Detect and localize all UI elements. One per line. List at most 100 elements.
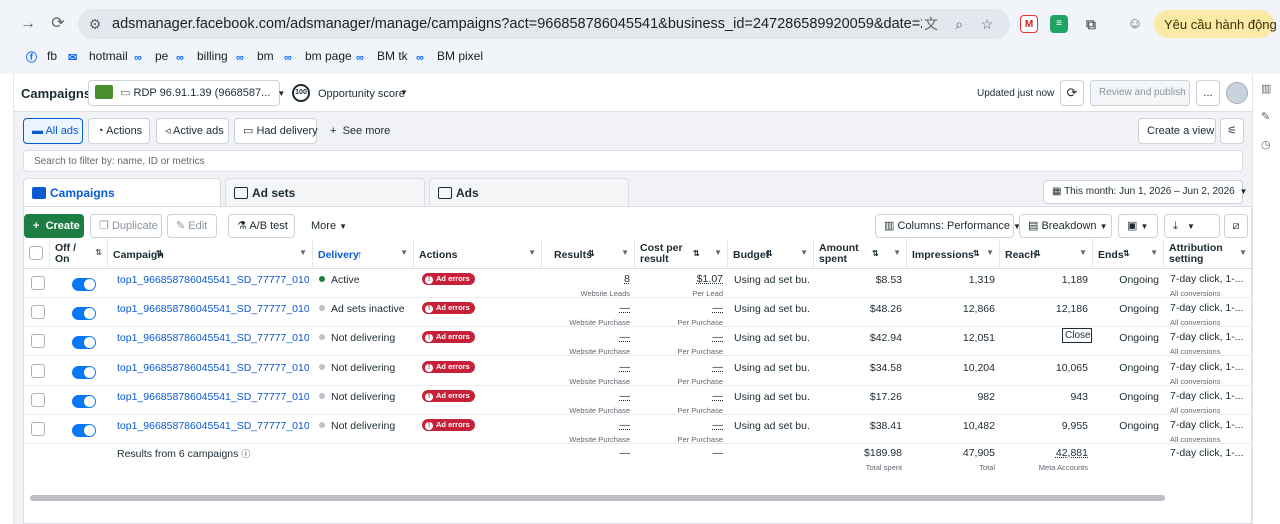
campaign-name-link[interactable]: top1_966858786045541_SD_77777_0106 bid [117, 298, 309, 327]
info-icon[interactable]: ⓘ [241, 449, 250, 459]
campaign-toggle[interactable] [72, 424, 96, 437]
campaign-toggle[interactable] [72, 278, 96, 291]
duplicate-button[interactable]: ❐ Duplicate [90, 214, 162, 238]
extension-1-icon[interactable]: M [1020, 15, 1038, 33]
col-results[interactable]: Results ⇅ ▼ [542, 239, 635, 269]
row-checkbox[interactable] [31, 363, 45, 378]
horizontal-scrollbar[interactable] [30, 495, 1165, 501]
filter-settings-icon[interactable]: ⚟ [1220, 118, 1244, 144]
bookmark-hotmail[interactable]: ✉ hotmail [68, 49, 128, 64]
sort-icon[interactable]: ⇅ [1123, 249, 1130, 258]
sort-icon[interactable]: ⇅ [693, 249, 700, 258]
search-input[interactable]: Search to filter by: name, ID or metrics [23, 150, 1243, 172]
bookmark-bm[interactable]: ∞ bm [236, 49, 274, 64]
all-ads-filter[interactable]: ▬ All ads [23, 118, 83, 144]
ad-errors-badge[interactable]: ! Ad errors [422, 415, 532, 444]
star-icon[interactable]: ☆ [978, 15, 996, 33]
campaign-toggle[interactable] [72, 336, 96, 350]
export-button[interactable]: ⤓ ▼ [1164, 214, 1220, 238]
pencil-icon[interactable]: ✎ [1261, 110, 1270, 123]
col-cost-per-result[interactable]: Cost per result ⇅ ▼ [635, 239, 728, 269]
chevron-down-icon[interactable]: ▼ [400, 248, 408, 257]
avatar[interactable] [1226, 82, 1248, 104]
more-options-button[interactable]: ... [1196, 80, 1220, 106]
bookmark-billing[interactable]: ∞ billing [176, 49, 228, 64]
ad-errors-badge[interactable]: ! Ad errors [422, 298, 532, 327]
table-row[interactable]: top1_966858786045541_SD_77777_0106 a... A… [24, 269, 1253, 298]
sort-icon[interactable]: ⇅ [156, 249, 163, 258]
browser-action-button[interactable]: Yêu cầu hành động [1154, 10, 1277, 38]
sort-up-icon[interactable]: ↑ [357, 249, 362, 261]
col-delivery[interactable]: Delivery ↑ ▼ [313, 239, 414, 269]
site-settings-icon[interactable]: ⚙ [86, 15, 104, 33]
bookmark-pe[interactable]: ∞ pe [134, 49, 168, 64]
ad-errors-badge[interactable]: ! Ad errors [422, 386, 532, 415]
ad-errors-badge[interactable]: ! Ad errors [422, 327, 532, 356]
tab-campaigns[interactable]: Campaigns [23, 178, 221, 206]
col-ends[interactable]: Ends ⇅ ▼ [1093, 239, 1164, 269]
sort-icon[interactable]: ⇅ [973, 249, 980, 258]
forward-icon[interactable]: → [18, 14, 38, 34]
campaign-name-link[interactable]: top1_966858786045541_SD_77777_0106 bi... [117, 415, 309, 444]
reload-icon[interactable]: ⟳ [48, 14, 68, 34]
close-tooltip[interactable]: Close [1062, 328, 1092, 343]
chevron-down-icon[interactable]: ▼ [714, 248, 722, 257]
sort-icon[interactable]: ⇅ [1034, 249, 1041, 258]
table-row[interactable]: top1_966858786045541_SD_77777_0106 a... N… [24, 357, 1253, 386]
opportunity-score-label[interactable]: Opportunity score [318, 88, 405, 100]
select-all-checkbox[interactable] [29, 246, 43, 260]
chevron-down-icon[interactable]: ▼ [800, 248, 808, 257]
chevron-down-icon[interactable]: ▼ [986, 248, 994, 257]
campaign-name-link[interactable]: top1_966858786045541_SD_77777_0106 c... [117, 386, 309, 415]
actions-filter[interactable]: ◔ Actions [88, 118, 150, 144]
table-row[interactable]: top1_966858786045541_SD_77777_0106 bi...… [24, 415, 1253, 444]
col-campaign[interactable]: Campaign ⇅ ▼ [108, 239, 313, 269]
chevron-down-icon[interactable]: ▼ [1150, 248, 1158, 257]
row-checkbox[interactable] [31, 305, 45, 320]
bookmark-bm-pixel[interactable]: ∞ BM pixel [416, 49, 483, 64]
extensions-puzzle-icon[interactable]: ⧉ [1082, 15, 1100, 33]
row-checkbox[interactable] [31, 422, 45, 436]
chevron-down-icon[interactable]: ▼ [1239, 248, 1247, 257]
chevron-down-icon[interactable]: ▼ [1079, 248, 1087, 257]
chevron-down-icon[interactable]: ▼ [299, 248, 307, 257]
breakdown-selector[interactable]: ▤ Breakdown ▼ [1019, 214, 1112, 238]
sort-icon[interactable]: ⇅ [766, 249, 773, 258]
chevron-down-icon[interactable]: ▼ [400, 88, 408, 97]
sort-icon[interactable]: ⇅ [872, 249, 879, 258]
tab-ads[interactable]: Ads [429, 178, 629, 206]
campaign-toggle[interactable] [72, 394, 96, 408]
chevron-down-icon[interactable]: ▼ [893, 248, 901, 257]
reports-button[interactable]: ▣ ▼ [1118, 214, 1158, 238]
sort-icon[interactable]: ⇅ [588, 249, 595, 258]
profile-icon[interactable]: ☺ [1126, 15, 1144, 33]
ab-test-button[interactable]: ⚗ A/B test [228, 214, 295, 238]
sheets-extension-icon[interactable]: ≡ [1050, 15, 1068, 33]
campaign-name-link[interactable]: top1_966858786045541_SD_77777_0106 a... [117, 357, 309, 386]
table-row[interactable]: top1_966858786045541_SD_77777_0106 c... N… [24, 386, 1253, 415]
columns-selector[interactable]: ▥ Columns: Performance ▼ [875, 214, 1021, 238]
row-checkbox[interactable] [31, 392, 45, 407]
address-bar[interactable]: ⚙ adsmanager.facebook.com/adsmanager/man… [78, 9, 1010, 39]
translate-icon[interactable]: 文 [922, 15, 940, 33]
row-checkbox[interactable] [31, 334, 45, 349]
edit-button[interactable]: ✎ Edit [167, 214, 217, 238]
more-menu[interactable]: More ▼ [311, 220, 347, 232]
campaign-toggle[interactable] [72, 307, 96, 321]
chart-icon[interactable]: ▥ [1261, 82, 1271, 95]
history-icon[interactable]: ◷ [1261, 138, 1271, 151]
active-ads-filter[interactable]: ◃ Active ads [156, 118, 229, 144]
col-impressions[interactable]: Impressions ⇅ ▼ [907, 239, 1000, 269]
ad-errors-badge[interactable]: ! Ad errors [422, 269, 532, 298]
col-actions[interactable]: Actions ▼ [414, 239, 542, 269]
create-button[interactable]: + Create [24, 214, 84, 238]
chevron-down-icon[interactable]: ▼ [621, 248, 629, 257]
chart-toggle-icon[interactable]: ⧄ [1224, 214, 1248, 238]
bookmark-fb[interactable]: ⓕ fb [26, 49, 57, 64]
sort-icon[interactable]: ⇅ [95, 248, 102, 257]
table-row[interactable]: top1_966858786045541_SD_77777_0106 bid Ad… [24, 298, 1253, 328]
col-off-on[interactable]: Off / On ⇅ [50, 239, 108, 269]
ad-errors-badge[interactable]: ! Ad errors [422, 357, 532, 386]
campaign-name-link[interactable]: top1_966858786045541_SD_77777_0106 avt [117, 327, 309, 356]
col-reach[interactable]: Reach ⇅ ▼ [1000, 239, 1093, 269]
